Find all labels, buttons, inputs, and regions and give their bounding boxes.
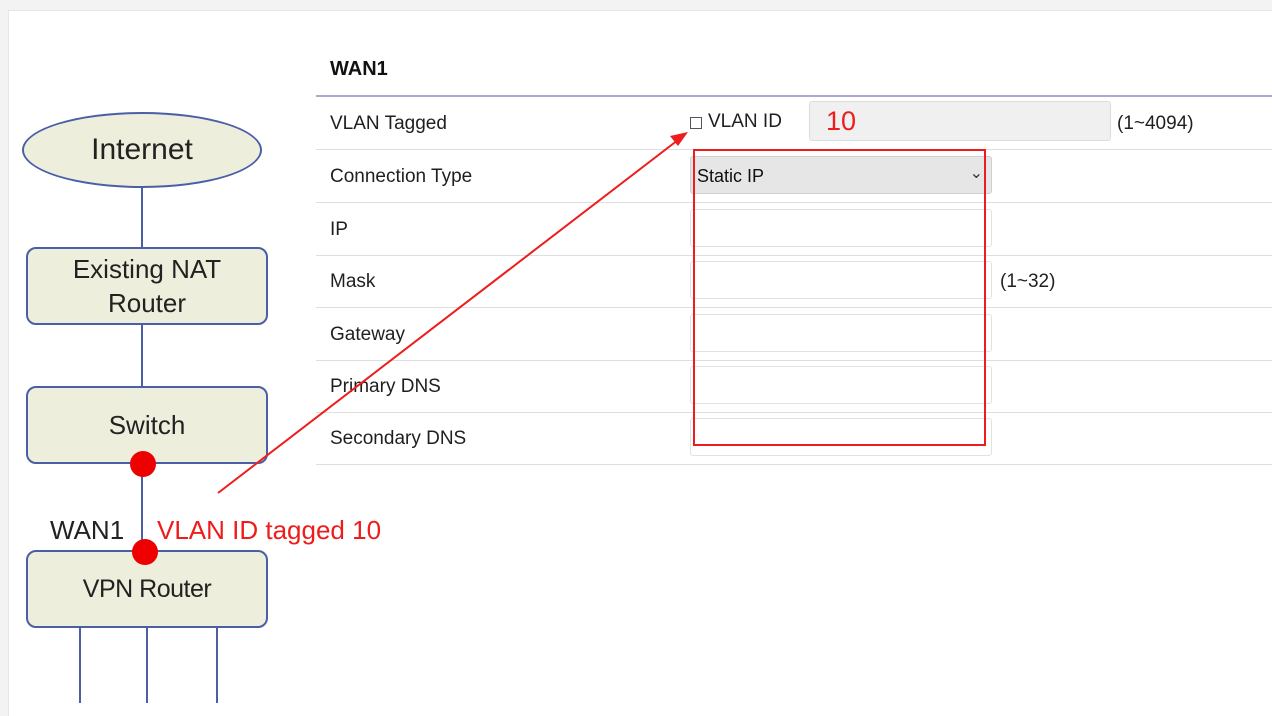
nat-router-label-line2: Router: [107, 288, 187, 318]
link-vpn-lan-1: [79, 628, 81, 703]
row-gateway: Gateway: [316, 308, 1272, 361]
ip-input[interactable]: [690, 209, 992, 247]
connection-type-value: Static IP: [697, 166, 765, 186]
ip-label: IP: [330, 219, 348, 240]
nat-router-label-line1: Existing NAT: [72, 254, 222, 284]
vlan-tag-annotation: VLAN ID tagged 10: [157, 515, 382, 545]
wan1-label: WAN1: [50, 515, 125, 545]
internet-label: Internet: [91, 133, 193, 166]
switch-label: Switch: [108, 409, 186, 440]
row-secondary-dns: Secondary DNS: [316, 412, 1272, 465]
vpn-router-label: VPN Router: [82, 574, 212, 603]
gateway-label: Gateway: [330, 324, 405, 345]
connection-type-label: Connection Type: [330, 166, 473, 187]
row-connection-type: Connection Type Static IP ⌄: [316, 150, 1272, 203]
chevron-down-icon: ⌄: [969, 165, 983, 182]
wan1-port-dot: [132, 539, 158, 565]
switch-port-dot: [130, 451, 156, 477]
row-mask: Mask (1~32): [316, 255, 1272, 308]
gateway-input[interactable]: [690, 314, 992, 352]
secondary-dns-input[interactable]: [690, 418, 992, 456]
vlan-tagged-label: VLAN Tagged: [330, 113, 447, 134]
section-title: WAN1: [330, 58, 388, 80]
primary-dns-input[interactable]: [690, 366, 992, 404]
secondary-dns-label: Secondary DNS: [330, 428, 467, 449]
vlan-id-checkbox[interactable]: [690, 117, 702, 129]
link-nat-switch: [141, 325, 143, 387]
mask-range: (1~32): [1000, 271, 1056, 292]
row-vlan-tagged: VLAN Tagged VLAN ID 10 (1~4094): [316, 97, 1272, 150]
row-ip: IP: [316, 203, 1272, 256]
link-vpn-lan-3: [216, 628, 218, 703]
mask-label: Mask: [330, 271, 376, 292]
internet-node: Internet: [22, 112, 262, 188]
mask-input[interactable]: [690, 261, 992, 299]
link-switch-vpn: [141, 464, 143, 551]
link-internet-nat: [141, 188, 143, 248]
row-primary-dns: Primary DNS: [316, 360, 1272, 413]
vlan-id-input[interactable]: 10: [809, 101, 1111, 141]
vlan-id-range: (1~4094): [1117, 113, 1194, 134]
nat-router-node: Existing NAT Router: [26, 247, 268, 325]
primary-dns-label: Primary DNS: [330, 376, 441, 397]
link-vpn-lan-2: [146, 628, 148, 703]
vlan-id-checkbox-label: VLAN ID: [708, 111, 782, 132]
connection-type-select[interactable]: Static IP ⌄: [690, 156, 992, 194]
